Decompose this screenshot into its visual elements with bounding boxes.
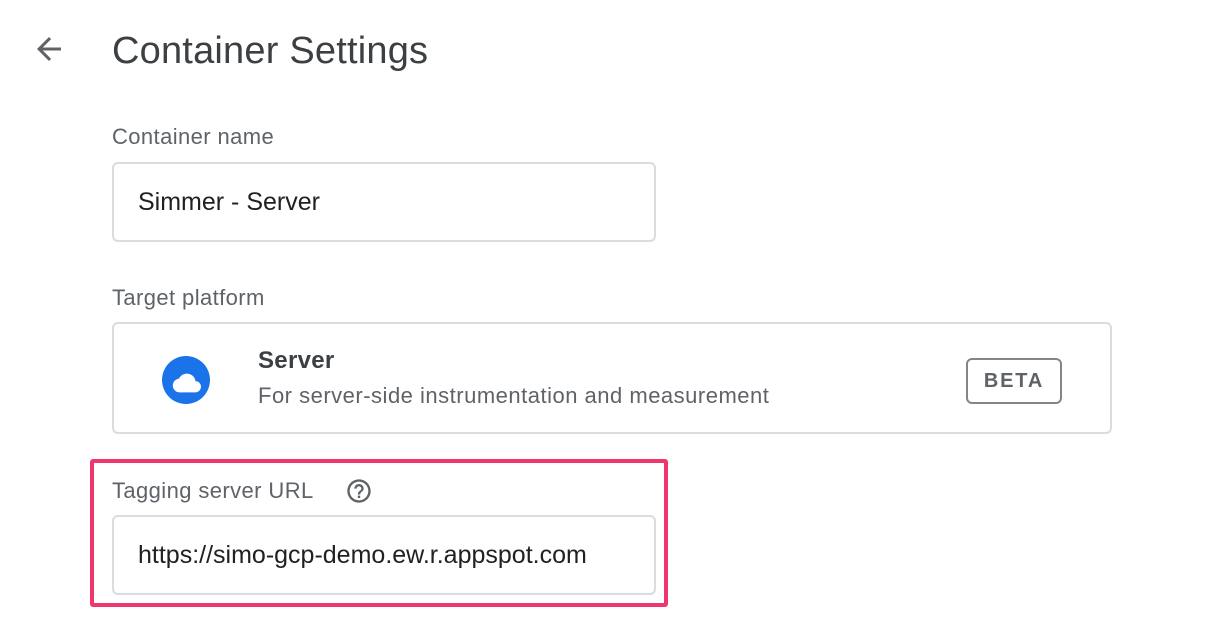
container-name-input[interactable]: Simmer - Server bbox=[112, 162, 656, 242]
platform-description: For server-side instrumentation and meas… bbox=[258, 383, 770, 408]
back-button[interactable] bbox=[24, 24, 74, 74]
beta-badge: BETA bbox=[966, 358, 1062, 404]
tagging-server-url-input[interactable]: https://simo-gcp-demo.ew.r.appspot.com bbox=[112, 515, 656, 595]
arrow-back-icon bbox=[37, 37, 61, 61]
target-platform-label: Target platform bbox=[112, 285, 265, 310]
target-platform-card[interactable]: Server For server-side instrumentation a… bbox=[112, 322, 1112, 434]
container-name-label: Container name bbox=[112, 124, 275, 149]
help-circle-icon[interactable] bbox=[345, 477, 373, 505]
page-title: Container Settings bbox=[112, 30, 429, 72]
tagging-server-url-label: Tagging server URL bbox=[112, 478, 314, 503]
platform-name: Server bbox=[258, 347, 335, 374]
cloud-icon bbox=[162, 356, 210, 404]
container-settings-page: Container Settings Container name Simmer… bbox=[0, 0, 1224, 622]
